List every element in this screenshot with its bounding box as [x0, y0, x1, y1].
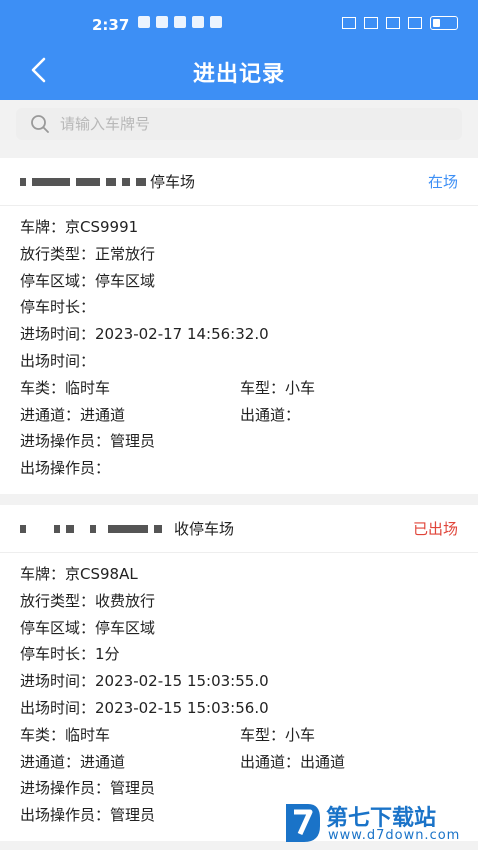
- parking-lot-name: 收停车场: [174, 520, 235, 538]
- record-header: 收停车场 已出场: [0, 505, 478, 553]
- plate-row: 车牌： 京CS9991: [20, 218, 139, 236]
- record-card[interactable]: 停车场 在场 车牌： 京CS9991 放行类型： 正常放行 停车区域： 停车区域 停车…: [0, 158, 478, 494]
- plate-row: 车牌： 京CS98AL: [20, 565, 138, 583]
- notification-icons: [138, 16, 222, 28]
- entry-time-row: 进场时间： 2023-02-17 14:56:32.0: [20, 325, 269, 344]
- search-bar[interactable]: [16, 108, 462, 140]
- watermark-logo: 第七下载站 www.d7down.com: [278, 796, 478, 850]
- exit-time-row: 出场时间： 2023-02-15 15:03:56.0: [20, 698, 269, 717]
- notification-icon: [138, 16, 150, 28]
- signal-icon: [408, 17, 422, 29]
- record-card[interactable]: 收停车场 已出场 车牌： 京CS98AL 放行类型： 收费放行 停车区域： 停车区域 …: [0, 505, 478, 841]
- duration-row: 停车时长： 1分: [20, 645, 120, 664]
- status-bar: 2:37: [0, 6, 478, 42]
- record-header: 停车场 在场: [0, 158, 478, 206]
- release-type-row: 放行类型： 收费放行: [20, 591, 156, 610]
- watermark-url: www.d7down.com: [328, 828, 461, 843]
- notification-icon: [192, 16, 204, 28]
- lane-row: 进通道：进通道 出通道：出通道: [20, 752, 346, 771]
- notification-icon: [174, 16, 186, 28]
- notification-icon: [210, 16, 222, 28]
- status-badge: 已出场: [412, 520, 458, 538]
- entry-operator-row: 进场操作员： 管理员: [20, 432, 156, 451]
- lane-row: 进通道：进通道 出通道：: [20, 405, 301, 424]
- vehicle-row: 车类：临时车 车型：小车: [20, 378, 316, 397]
- entry-time-row: 进场时间： 2023-02-15 15:03:55.0: [20, 672, 269, 691]
- notification-icon: [156, 16, 168, 28]
- parking-lot-name: 停车场: [150, 173, 196, 191]
- page-title: 进出记录: [192, 62, 285, 87]
- area-row: 停车区域： 停车区域: [20, 618, 156, 637]
- release-type-row: 放行类型： 正常放行: [20, 244, 156, 263]
- redacted-text: [20, 524, 162, 533]
- bluetooth-icon: [364, 17, 378, 29]
- duration-row: 停车时长：: [20, 298, 96, 317]
- redacted-text: [20, 177, 146, 186]
- battery-icon: [430, 16, 458, 30]
- exit-time-row: 出场时间：: [20, 351, 96, 370]
- app-header: 2:37 进出记录: [0, 0, 478, 100]
- d7-logo-icon: [286, 804, 320, 842]
- vehicle-row: 车类：临时车 车型：小车: [20, 725, 316, 744]
- exit-operator-row: 出场操作员：: [20, 459, 111, 478]
- status-time: 2:37: [92, 16, 130, 34]
- plate-search-input[interactable]: [58, 114, 442, 134]
- status-badge: 在场: [427, 173, 458, 191]
- nfc-icon: [342, 17, 356, 29]
- search-icon: [31, 115, 49, 133]
- wifi-icon: [386, 17, 400, 29]
- area-row: 停车区域： 停车区域: [20, 271, 156, 290]
- system-icons: [342, 16, 458, 30]
